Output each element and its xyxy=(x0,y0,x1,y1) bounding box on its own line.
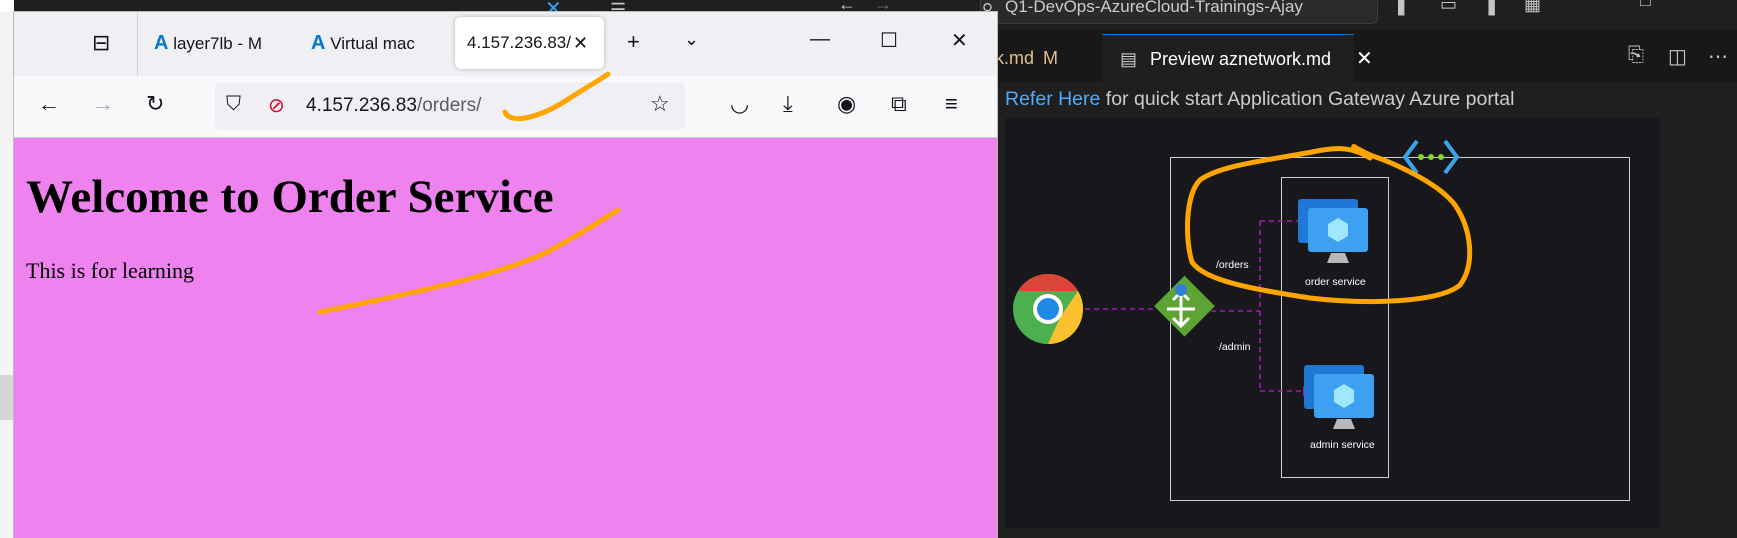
url-annotation xyxy=(502,71,611,122)
annotation-layer xyxy=(317,71,1473,315)
order-service-circle-annotation xyxy=(1184,144,1473,305)
underline-annotation xyxy=(317,207,621,315)
